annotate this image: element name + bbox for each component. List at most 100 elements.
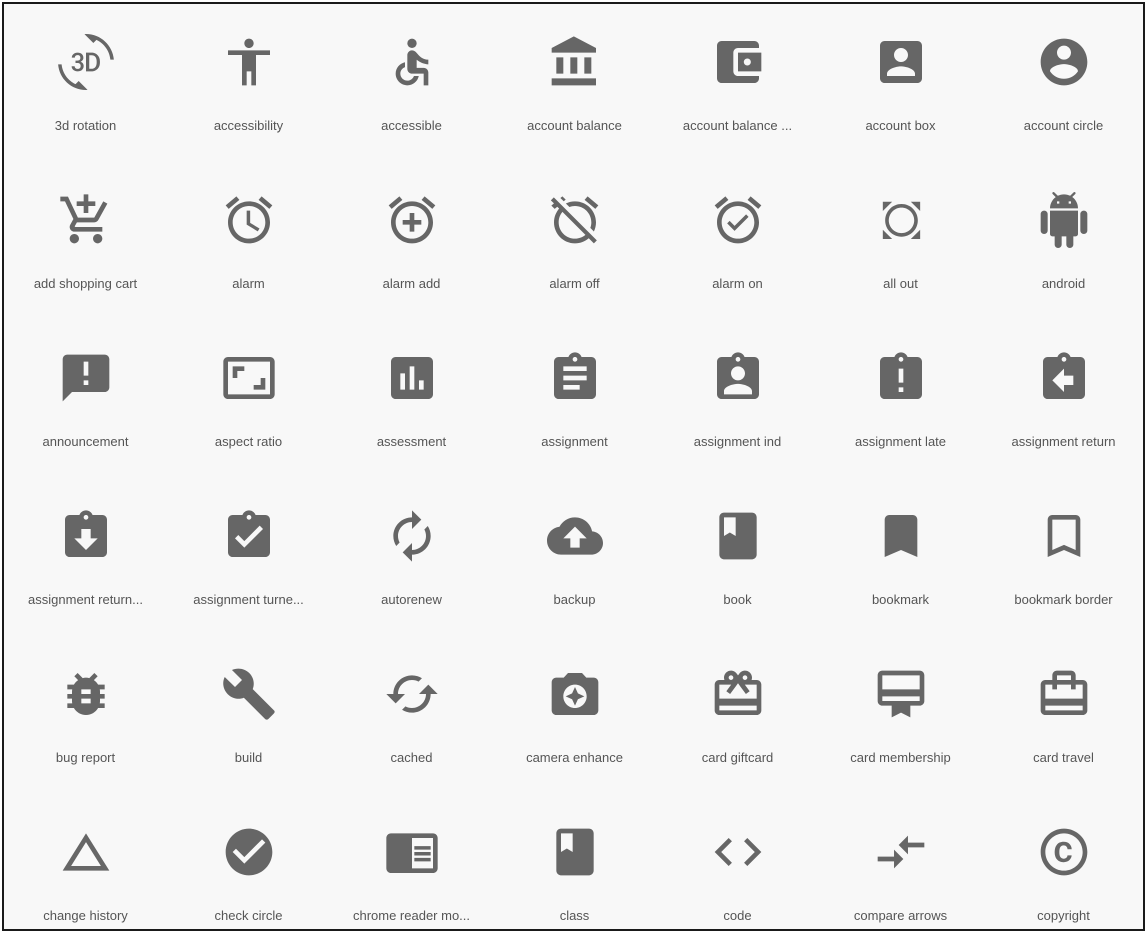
icon-gallery-frame: 3d rotation accessibility accessible acc… [2,2,1145,931]
icon-label: card travel [1033,750,1094,765]
icon-tile-assignment-turned-in[interactable]: assignment turne... [167,492,330,650]
icon-label: all out [883,276,918,291]
accessible-icon [384,34,440,90]
icon-tile-bug-report[interactable]: bug report [4,650,167,808]
icon-tile-check-circle[interactable]: check circle [167,808,330,929]
icon-tile-3d-rotation[interactable]: 3d rotation [4,18,167,176]
icon-tile-card-giftcard[interactable]: card giftcard [656,650,819,808]
icon-tile-account-circle[interactable]: account circle [982,18,1143,176]
icon-label: assignment ind [693,434,782,449]
icon-tile-bookmark[interactable]: bookmark [819,492,982,650]
camera-enhance-icon [547,666,603,722]
alarm-add-icon [384,192,440,248]
bookmark-icon [873,508,929,564]
icon-tile-account-balance[interactable]: account balance [493,18,656,176]
icon-label: android [1041,276,1086,291]
icon-tile-add-shopping-cart[interactable]: add shopping cart [4,176,167,334]
chrome-reader-mode-icon [384,824,440,880]
icon-tile-android[interactable]: android [982,176,1143,334]
icon-tile-assignment-ind[interactable]: assignment ind [656,334,819,492]
icon-tile-chrome-reader-mode[interactable]: chrome reader mo... [330,808,493,929]
icon-tile-assignment-return[interactable]: assignment return [982,334,1143,492]
icon-label: bookmark [871,592,930,607]
icon-label: bookmark border [1014,592,1113,607]
icon-tile-alarm[interactable]: alarm [167,176,330,334]
icon-label: alarm off [549,276,600,291]
aspect-ratio-icon [221,350,277,406]
icon-label: assignment return [1011,434,1116,449]
icon-tile-alarm-off[interactable]: alarm off [493,176,656,334]
assessment-icon [384,350,440,406]
code-icon [710,824,766,880]
icon-tile-cached[interactable]: cached [330,650,493,808]
alarm-off-icon [547,192,603,248]
icon-tile-camera-enhance[interactable]: camera enhance [493,650,656,808]
icon-label: accessible [381,118,442,133]
icon-tile-accessibility[interactable]: accessibility [167,18,330,176]
icon-tile-assessment[interactable]: assessment [330,334,493,492]
accessibility-icon [221,34,277,90]
icon-tile-autorenew[interactable]: autorenew [330,492,493,650]
add-shopping-cart-icon [58,192,114,248]
icon-grid: 3d rotation accessibility accessible acc… [4,18,1143,929]
icon-label: alarm add [382,276,441,291]
change-history-icon [58,824,114,880]
account-balance-wallet-icon [710,34,766,90]
icon-label: announcement [42,434,129,449]
assignment-return-icon [1036,350,1092,406]
icon-label: build [234,750,263,765]
icon-label: account balance ... [682,118,793,133]
3d-rotation-icon [57,34,114,90]
icon-label: chrome reader mo... [352,908,471,923]
icon-tile-build[interactable]: build [167,650,330,808]
icon-tile-assignment[interactable]: assignment [493,334,656,492]
icon-label: assessment [376,434,447,449]
icon-tile-assignment-returned[interactable]: assignment return... [4,492,167,650]
icon-tile-aspect-ratio[interactable]: aspect ratio [167,334,330,492]
account-balance-icon [547,34,603,90]
icon-tile-code[interactable]: code [656,808,819,929]
icon-label: camera enhance [526,750,623,765]
icon-tile-account-box[interactable]: account box [819,18,982,176]
icon-tile-alarm-add[interactable]: alarm add [330,176,493,334]
alarm-icon [221,192,277,248]
build-icon [221,666,277,722]
icon-tile-copyright[interactable]: copyright [982,808,1143,929]
icon-tile-change-history[interactable]: change history [4,808,167,929]
icon-label: add shopping cart [33,276,138,291]
icon-label: account balance [527,118,622,133]
icon-tile-all-out[interactable]: all out [819,176,982,334]
icon-label: class [559,908,590,923]
backup-icon [546,508,603,564]
account-box-icon [873,34,929,90]
cached-icon [384,666,440,722]
icon-label: accessibility [213,118,284,133]
icon-label: assignment [541,434,608,449]
icon-tile-account-balance-wallet[interactable]: account balance ... [656,18,819,176]
icon-label: backup [553,592,596,607]
icon-tile-assignment-late[interactable]: assignment late [819,334,982,492]
icon-tile-bookmark-border[interactable]: bookmark border [982,492,1143,650]
card-membership-icon [873,666,929,722]
assignment-returned-icon [58,508,114,564]
icon-tile-announcement[interactable]: announcement [4,334,167,492]
icon-label: account box [865,118,936,133]
icon-label: autorenew [381,592,442,607]
card-giftcard-icon [710,666,766,722]
icon-label: aspect ratio [214,434,283,449]
icon-tile-accessible[interactable]: accessible [330,18,493,176]
alarm-on-icon [710,192,766,248]
check-circle-icon [221,824,277,880]
icon-tile-compare-arrows[interactable]: compare arrows [819,808,982,929]
icon-label: card membership [850,750,951,765]
icon-tile-book[interactable]: book [656,492,819,650]
android-icon [1036,192,1092,248]
copyright-icon [1036,824,1092,880]
icon-tile-card-travel[interactable]: card travel [982,650,1143,808]
icon-label: copyright [1037,908,1090,923]
icon-tile-alarm-on[interactable]: alarm on [656,176,819,334]
icon-tile-card-membership[interactable]: card membership [819,650,982,808]
icon-tile-class[interactable]: class [493,808,656,929]
icon-tile-backup[interactable]: backup [493,492,656,650]
card-travel-icon [1036,666,1092,722]
